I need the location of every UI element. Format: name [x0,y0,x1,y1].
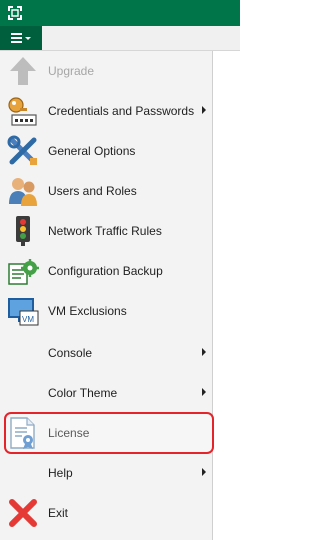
tools-icon [6,134,40,168]
menu-bar [0,26,240,51]
menu-item-help[interactable]: Help [0,453,212,493]
menu-item-label: VM Exclusions [48,304,127,318]
title-bar [0,0,240,26]
upgrade-arrow-icon [6,54,40,88]
submenu-arrow-icon [202,388,206,396]
menu-item-label: Help [48,466,73,480]
menu-item-label: Users and Roles [48,184,137,198]
menu-item-label: Upgrade [48,64,95,78]
menu-item-label: Exit [48,506,69,520]
menu-item-label: General Options [48,144,136,158]
key-icon [6,94,40,128]
menu-item-network-traffic-rules[interactable]: Network Traffic Rules [0,211,212,251]
license-document-icon [6,416,40,450]
svg-text:VM: VM [22,315,34,324]
menu-item-label: Configuration Backup [48,264,163,278]
traffic-light-icon [6,214,40,248]
submenu-arrow-icon [202,468,206,476]
menu-item-upgrade[interactable]: Upgrade [0,51,212,91]
main-menu-button[interactable] [0,26,42,50]
config-backup-icon [6,254,40,288]
menu-item-label: Credentials and Passwords [48,104,195,118]
menu-item-console[interactable]: Console [0,333,212,373]
menu-item-label: License [48,426,90,440]
menu-item-vm-exclusions[interactable]: VM VM Exclusions [0,291,212,331]
menu-item-label: Console [48,346,93,360]
submenu-arrow-icon [202,348,206,356]
menu-item-general-options[interactable]: General Options [0,131,212,171]
exit-x-icon [6,496,40,530]
vm-icon: VM [6,294,40,328]
menu-item-label: Color Theme [48,386,118,400]
menu-item-color-theme[interactable]: Color Theme [0,373,212,413]
menu-item-license[interactable]: License [0,413,212,453]
menu-item-label: Network Traffic Rules [48,224,162,238]
main-menu-dropdown: Upgrade Credentials and Passwords Genera… [0,51,213,540]
app-logo-icon [6,4,24,22]
menu-item-configuration-backup[interactable]: Configuration Backup [0,251,212,291]
menu-item-credentials-and-passwords[interactable]: Credentials and Passwords [0,91,212,131]
users-icon [6,174,40,208]
submenu-arrow-icon [202,106,206,114]
hamburger-menu-icon [11,33,31,43]
menu-item-exit[interactable]: Exit [0,493,212,533]
menu-item-users-and-roles[interactable]: Users and Roles [0,171,212,211]
